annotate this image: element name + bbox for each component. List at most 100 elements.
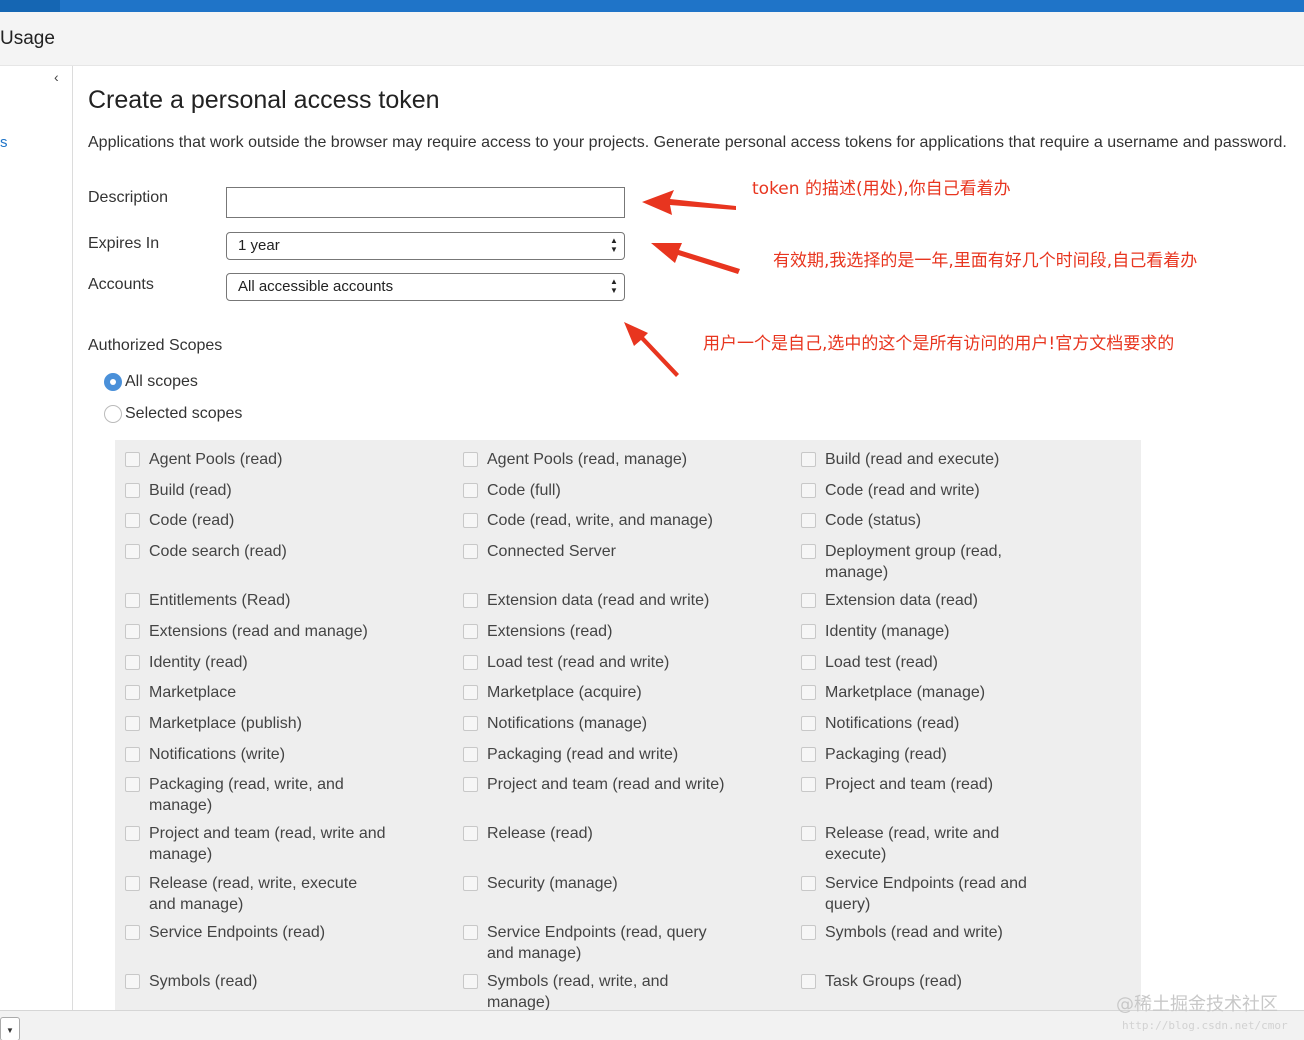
scope-checkbox[interactable]	[463, 876, 478, 891]
scope-item[interactable]: Extension data (read and write)	[463, 590, 725, 611]
scope-item[interactable]: Notifications (manage)	[463, 713, 725, 734]
scope-checkbox[interactable]	[463, 777, 478, 792]
scope-checkbox[interactable]	[125, 826, 140, 841]
scope-item[interactable]: Packaging (read)	[801, 744, 1061, 765]
scope-checkbox[interactable]	[463, 624, 478, 639]
scope-checkbox[interactable]	[801, 655, 816, 670]
scope-item[interactable]: Build (read)	[125, 480, 387, 501]
scope-item[interactable]: Connected Server	[463, 541, 725, 562]
scope-checkbox[interactable]	[125, 925, 140, 940]
scope-checkbox[interactable]	[125, 747, 140, 762]
selected-scopes-option[interactable]: Selected scopes	[104, 405, 242, 423]
scope-item[interactable]: Symbols (read and write)	[801, 922, 1061, 943]
scope-checkbox[interactable]	[801, 483, 816, 498]
scope-checkbox[interactable]	[125, 544, 140, 559]
scope-checkbox[interactable]	[801, 513, 816, 528]
scope-item[interactable]: Identity (manage)	[801, 621, 1061, 642]
scope-item[interactable]: Symbols (read)	[125, 971, 387, 992]
scope-checkbox[interactable]	[125, 777, 140, 792]
scope-item[interactable]: Code (read)	[125, 510, 387, 531]
scope-item[interactable]: Agent Pools (read)	[125, 449, 387, 470]
collapse-sidebar-icon[interactable]: ‹	[54, 69, 59, 85]
scope-checkbox[interactable]	[801, 974, 816, 989]
scope-checkbox[interactable]	[463, 925, 478, 940]
scope-item[interactable]: Service Endpoints (read, query and manag…	[463, 922, 725, 964]
scope-item[interactable]: Extensions (read)	[463, 621, 725, 642]
scope-checkbox[interactable]	[463, 655, 478, 670]
scope-checkbox[interactable]	[801, 452, 816, 467]
scope-checkbox[interactable]	[801, 777, 816, 792]
scope-item[interactable]: Service Endpoints (read and query)	[801, 873, 1061, 915]
scope-item[interactable]: Project and team (read)	[801, 774, 1061, 795]
scope-checkbox[interactable]	[801, 925, 816, 940]
scope-checkbox[interactable]	[463, 747, 478, 762]
scope-item[interactable]: Project and team (read and write)	[463, 774, 725, 795]
scope-checkbox[interactable]	[801, 544, 816, 559]
scope-checkbox[interactable]	[463, 483, 478, 498]
scope-item[interactable]: Marketplace (manage)	[801, 682, 1061, 703]
scope-item[interactable]: Service Endpoints (read)	[125, 922, 387, 943]
scope-item[interactable]: Notifications (write)	[125, 744, 387, 765]
scope-checkbox[interactable]	[125, 974, 140, 989]
scope-item[interactable]: Agent Pools (read, manage)	[463, 449, 725, 470]
accounts-select[interactable]: All accessible accounts ▲ ▼	[226, 273, 625, 301]
scope-item[interactable]: Release (read)	[463, 823, 725, 844]
scope-checkbox[interactable]	[463, 826, 478, 841]
scope-checkbox[interactable]	[801, 624, 816, 639]
scope-checkbox[interactable]	[463, 685, 478, 700]
scope-item[interactable]: Code (read, write, and manage)	[463, 510, 725, 531]
chevron-down-icon[interactable]: ▼	[0, 1017, 20, 1040]
scope-checkbox[interactable]	[125, 624, 140, 639]
scope-item[interactable]: Release (read, write and execute)	[801, 823, 1061, 865]
scope-checkbox[interactable]	[463, 593, 478, 608]
scope-checkbox[interactable]	[801, 826, 816, 841]
scope-checkbox[interactable]	[125, 452, 140, 467]
scope-item[interactable]: Project and team (read, write and manage…	[125, 823, 387, 865]
scope-item[interactable]: Notifications (read)	[801, 713, 1061, 734]
scope-checkbox[interactable]	[801, 747, 816, 762]
scope-item[interactable]: Deployment group (read, manage)	[801, 541, 1061, 583]
scope-item[interactable]: Marketplace (publish)	[125, 713, 387, 734]
scope-checkbox[interactable]	[801, 876, 816, 891]
scope-checkbox[interactable]	[801, 593, 816, 608]
scope-item[interactable]: Code (read and write)	[801, 480, 1061, 501]
expires-select[interactable]: 1 year ▲ ▼	[226, 232, 625, 260]
scope-checkbox[interactable]	[125, 655, 140, 670]
scope-checkbox[interactable]	[125, 685, 140, 700]
scope-checkbox[interactable]	[125, 513, 140, 528]
scope-checkbox[interactable]	[801, 716, 816, 731]
scope-item[interactable]: Code (full)	[463, 480, 725, 501]
scope-item[interactable]: Task Groups (read)	[801, 971, 1061, 992]
scope-item[interactable]: Load test (read)	[801, 652, 1061, 673]
scope-item[interactable]: Packaging (read, write, and manage)	[125, 774, 387, 816]
scope-checkbox[interactable]	[463, 974, 478, 989]
scope-checkbox[interactable]	[125, 716, 140, 731]
scope-item[interactable]: Identity (read)	[125, 652, 387, 673]
scope-checkbox[interactable]	[125, 876, 140, 891]
sidebar-item-fragment[interactable]: s	[0, 134, 8, 151]
scope-item[interactable]: Security (manage)	[463, 873, 725, 894]
scope-item[interactable]: Marketplace (acquire)	[463, 682, 725, 703]
description-input[interactable]	[226, 187, 625, 218]
scope-item[interactable]: Build (read and execute)	[801, 449, 1061, 470]
scope-item[interactable]: Code (status)	[801, 510, 1061, 531]
all-scopes-radio[interactable]	[104, 373, 122, 391]
scope-checkbox[interactable]	[463, 716, 478, 731]
all-scopes-option[interactable]: All scopes	[104, 373, 198, 391]
scope-checkbox[interactable]	[463, 452, 478, 467]
selected-scopes-radio[interactable]	[104, 405, 122, 423]
scope-item[interactable]: Release (read, write, execute and manage…	[125, 873, 387, 915]
scope-item[interactable]: Marketplace	[125, 682, 387, 703]
scope-item[interactable]: Entitlements (Read)	[125, 590, 387, 611]
scope-item[interactable]: Extension data (read)	[801, 590, 1061, 611]
scope-item[interactable]: Load test (read and write)	[463, 652, 725, 673]
scope-item[interactable]: Extensions (read and manage)	[125, 621, 387, 642]
scope-item[interactable]: Packaging (read and write)	[463, 744, 725, 765]
scope-checkbox[interactable]	[463, 544, 478, 559]
scope-checkbox[interactable]	[801, 685, 816, 700]
scope-item[interactable]: Symbols (read, write, and manage)	[463, 971, 725, 1013]
scope-item[interactable]: Code search (read)	[125, 541, 387, 562]
scope-checkbox[interactable]	[125, 593, 140, 608]
scope-checkbox[interactable]	[463, 513, 478, 528]
scope-checkbox[interactable]	[125, 483, 140, 498]
